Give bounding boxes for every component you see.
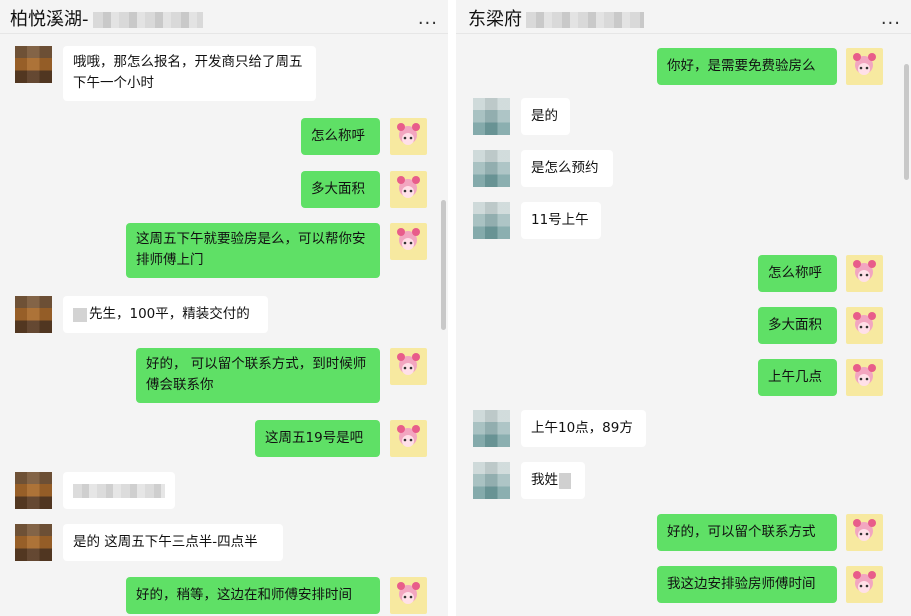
message-bubble: 是怎么预约	[521, 150, 613, 187]
self-avatar[interactable]	[846, 566, 883, 603]
contact-avatar[interactable]	[473, 150, 510, 187]
message-bubble: 哦哦，那怎么报名，开发商只给了周五下午一个小时	[63, 46, 316, 101]
message-bubble	[63, 472, 175, 509]
message-bubble: 这周五19号是吧	[255, 420, 380, 457]
self-avatar[interactable]	[846, 307, 883, 344]
message-bubble: 上午几点	[758, 359, 837, 396]
scrollbar[interactable]	[904, 64, 909, 180]
message-bubble: 好的，稍等，这边在和师傅安排时间	[126, 577, 380, 614]
self-avatar[interactable]	[390, 118, 427, 155]
redacted-text	[73, 307, 87, 322]
redacted-text	[73, 483, 165, 498]
message-bubble: 怎么称呼	[301, 118, 380, 155]
self-avatar[interactable]	[390, 348, 427, 385]
self-avatar[interactable]	[390, 420, 427, 457]
message-bubble: 这周五下午就要验房是么，可以帮你安排师傅上门	[126, 223, 380, 278]
message-bubble: 怎么称呼	[758, 255, 837, 292]
message-bubble: 多大面积	[758, 307, 837, 344]
message-bubble: 是的 这周五下午三点半-四点半	[63, 524, 283, 561]
chat-header: 东梁府 ...	[456, 0, 911, 34]
message-bubble: 11号上午	[521, 202, 601, 239]
contact-avatar[interactable]	[473, 462, 510, 499]
contact-avatar[interactable]	[473, 410, 510, 447]
chat-title[interactable]: 柏悦溪湖-	[10, 5, 203, 31]
left-chat-panel: 柏悦溪湖- ... 哦哦，那怎么报名，开发商只给了周五下午一个小时 怎么称呼 多…	[0, 0, 448, 616]
self-avatar[interactable]	[846, 359, 883, 396]
self-avatar[interactable]	[390, 223, 427, 260]
message-bubble: 好的，可以留个联系方式	[657, 514, 837, 551]
message-bubble: 你好，是需要免费验房么	[657, 48, 837, 85]
scrollbar[interactable]	[441, 200, 446, 330]
contact-avatar[interactable]	[473, 98, 510, 135]
contact-avatar[interactable]	[15, 472, 52, 509]
contact-avatar[interactable]	[15, 524, 52, 561]
message-bubble: 好的， 可以留个联系方式，到时候师傅会联系你	[136, 348, 380, 403]
redacted-name	[92, 12, 203, 28]
panel-divider	[448, 0, 456, 616]
message-bubble: 我这边安排验房师傅时间	[657, 566, 837, 603]
contact-avatar[interactable]	[15, 296, 52, 333]
self-avatar[interactable]	[846, 255, 883, 292]
chat-header: 柏悦溪湖- ...	[0, 0, 448, 34]
self-avatar[interactable]	[846, 48, 883, 85]
contact-avatar[interactable]	[473, 202, 510, 239]
right-chat-panel: 东梁府 ... 你好，是需要免费验房么 是的 是怎么预约 11号上午 怎么称呼 …	[456, 0, 911, 616]
redacted-text	[559, 472, 571, 489]
message-bubble: 我姓	[521, 462, 585, 499]
message-bubble: 上午10点，89方	[521, 410, 646, 447]
message-bubble: 是的	[521, 98, 570, 135]
message-bubble: 多大面积	[301, 171, 380, 208]
self-avatar[interactable]	[390, 171, 427, 208]
message-bubble: 先生，100平，精装交付的	[63, 296, 268, 333]
more-options-icon[interactable]: ...	[418, 8, 438, 29]
more-options-icon[interactable]: ...	[881, 8, 901, 29]
chat-title[interactable]: 东梁府	[468, 5, 644, 31]
self-avatar[interactable]	[846, 514, 883, 551]
redacted-name	[526, 12, 644, 28]
contact-avatar[interactable]	[15, 46, 52, 83]
self-avatar[interactable]	[390, 577, 427, 614]
